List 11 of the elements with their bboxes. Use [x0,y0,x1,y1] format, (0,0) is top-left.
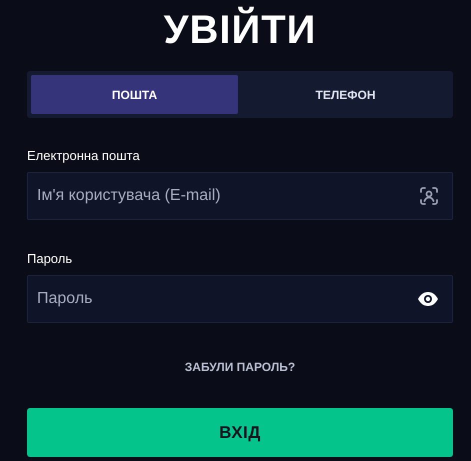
face-scan-icon[interactable] [419,186,439,206]
login-button[interactable]: ВХІД [27,408,453,457]
email-field[interactable]: Ім'я користувача (E-mail) [27,172,453,220]
eye-icon[interactable] [417,291,439,307]
password-field[interactable]: Пароль [27,275,453,323]
tab[interactable]: ТЕЛЕФОН [242,75,449,114]
field-label: Пароль [27,251,72,267]
forgot-password-link[interactable]: ЗАБУЛИ ПАРОЛЬ? [184,360,296,374]
field-label: Електронна пошта [27,148,140,164]
page-title: УВІЙТИ [164,6,316,54]
tab[interactable]: ПОШТА [31,75,238,114]
